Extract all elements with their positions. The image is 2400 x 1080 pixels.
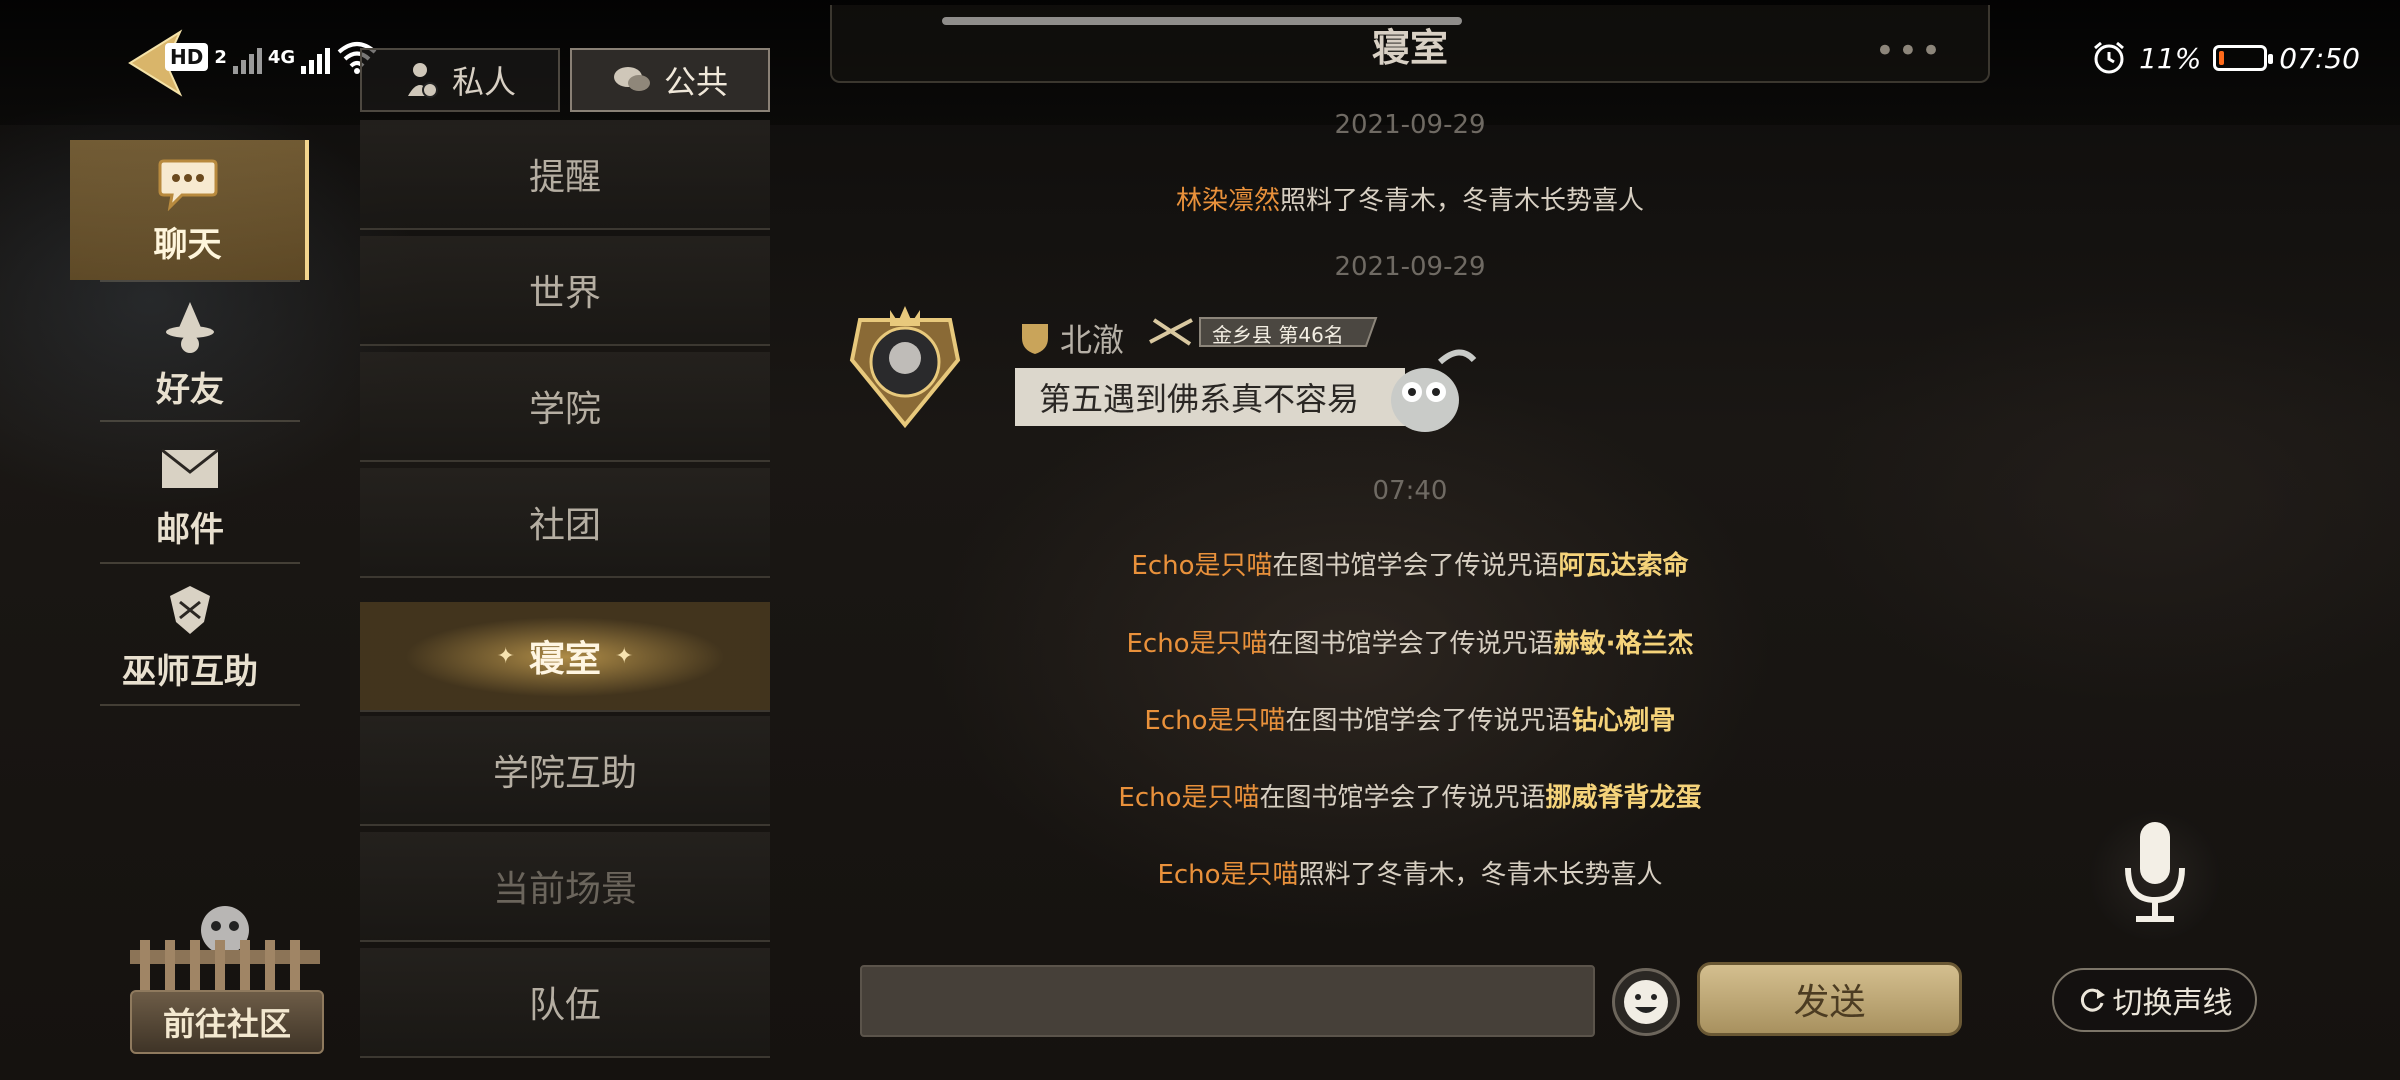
switch-voice-label: 切换声线 bbox=[2112, 986, 2233, 1021]
chat-header: 寝室 ••• bbox=[830, 5, 1990, 83]
rail-item-friends[interactable]: 好友 bbox=[70, 285, 310, 425]
channel-label: 世界 bbox=[528, 273, 601, 314]
rail-mail-label: 邮件 bbox=[156, 509, 224, 550]
channel-club[interactable]: 社团 bbox=[360, 468, 770, 578]
emoji-button[interactable] bbox=[1612, 968, 1680, 1036]
message-text: 在图书馆学会了传说咒语 bbox=[1259, 783, 1546, 813]
system-message: Echo是只喵在图书馆学会了传说咒语挪威脊背龙蛋 bbox=[800, 777, 2020, 814]
battery-percent: 11% bbox=[2139, 41, 2202, 75]
channel-label: 社团 bbox=[528, 505, 601, 546]
system-message: Echo是只喵照料了冬青木，冬青木长势喜人 bbox=[800, 854, 2020, 891]
channel-academy-help[interactable]: 学院互助 bbox=[360, 716, 770, 826]
channel-label: 学院 bbox=[528, 389, 601, 430]
sparkle-icon: ✦ bbox=[615, 643, 634, 669]
chat-bubble-icon bbox=[158, 159, 217, 211]
channel-dorm[interactable]: ✦ 寝室 ✦ bbox=[360, 602, 770, 712]
hd-indicator: HD bbox=[165, 43, 209, 71]
channel-team[interactable]: 队伍 bbox=[360, 948, 770, 1058]
tab-private-label: 私人 bbox=[451, 63, 516, 101]
signal-icon bbox=[232, 40, 262, 74]
divider bbox=[100, 280, 300, 282]
message-text: 照料了冬青木，冬青木长势喜人 bbox=[1298, 860, 1663, 890]
spell-name: 挪威脊背龙蛋 bbox=[1545, 783, 1702, 813]
rank-shield-icon bbox=[1022, 324, 1048, 354]
smiley-icon bbox=[1624, 980, 1668, 1024]
player-name[interactable]: Echo是只喵 bbox=[1126, 629, 1267, 659]
user-avatar[interactable] bbox=[830, 300, 980, 430]
status-left: HD 2 4G bbox=[165, 40, 378, 74]
channel-current-scene[interactable]: 当前场景 bbox=[360, 832, 770, 942]
send-button[interactable]: 发送 bbox=[1697, 962, 1962, 1036]
sender-name[interactable]: 北澈 bbox=[1060, 315, 1124, 361]
system-message: Echo是只喵在图书馆学会了传说咒语赫敏·格兰杰 bbox=[800, 623, 2020, 660]
signal-4g-icon bbox=[301, 40, 331, 74]
channel-label: 学院互助 bbox=[492, 753, 637, 794]
spell-name: 钻心剜骨 bbox=[1571, 706, 1676, 736]
date-separator: 2021-09-29 bbox=[1334, 252, 1486, 282]
player-name[interactable]: Echo是只喵 bbox=[1131, 551, 1272, 581]
player-name[interactable]: Echo是只喵 bbox=[1144, 706, 1285, 736]
channel-label: 提醒 bbox=[528, 157, 601, 198]
player-name[interactable]: Echo是只喵 bbox=[1118, 783, 1259, 813]
badge-text: 金乡县 第46名 bbox=[1212, 323, 1344, 347]
rail-item-mail[interactable]: 邮件 bbox=[70, 425, 310, 565]
spell-name: 阿瓦达索命 bbox=[1558, 551, 1689, 581]
message-text: 在图书馆学会了传说咒语 bbox=[1285, 706, 1572, 736]
envelope-icon bbox=[161, 448, 219, 488]
spell-name: 赫敏·格兰杰 bbox=[1553, 629, 1694, 659]
rail-item-wizard-help[interactable]: 巫师互助 bbox=[70, 567, 310, 707]
microphone-icon bbox=[2125, 822, 2185, 922]
player-name[interactable]: Echo是只喵 bbox=[1157, 860, 1298, 890]
voice-record-button[interactable] bbox=[2090, 810, 2220, 940]
status-right: 11% 07:50 bbox=[2091, 40, 2360, 76]
message-bubble[interactable]: 第五遇到佛系真不容易 bbox=[1015, 368, 1405, 426]
battery-fill bbox=[2219, 51, 2225, 65]
switch-voice-button[interactable]: 切换声线 bbox=[2052, 968, 2257, 1032]
system-message: 林染凛然照料了冬青木，冬青木长势喜人 bbox=[800, 180, 2020, 217]
system-message: Echo是只喵在图书馆学会了传说咒语阿瓦达索命 bbox=[800, 545, 2020, 582]
tab-private[interactable]: 私人 bbox=[360, 48, 560, 112]
chat-input[interactable] bbox=[860, 965, 1595, 1037]
sim-indicator: 2 bbox=[214, 46, 227, 68]
player-name[interactable]: 林染凛然 bbox=[1176, 186, 1280, 216]
message-text: 在图书馆学会了传说咒语 bbox=[1267, 629, 1554, 659]
rail-wizard-help-label: 巫师互助 bbox=[122, 651, 258, 692]
page-title: 寝室 bbox=[1371, 26, 1448, 70]
system-message: Echo是只喵在图书馆学会了传说咒语钻心剜骨 bbox=[800, 700, 2020, 737]
sender-info: 北澈 bbox=[1020, 315, 1124, 361]
battery-icon bbox=[2213, 45, 2274, 71]
more-menu-button[interactable]: ••• bbox=[1875, 31, 1944, 71]
private-icon bbox=[407, 63, 438, 98]
channel-label: 队伍 bbox=[528, 985, 601, 1026]
alarm-icon bbox=[2094, 41, 2125, 74]
divider bbox=[100, 562, 300, 564]
message-text: 照料了冬青木，冬青木长势喜人 bbox=[1280, 186, 1645, 216]
time-separator: 07:40 bbox=[1372, 476, 1448, 506]
channel-label: 当前场景 bbox=[492, 869, 637, 910]
rail-item-chat[interactable]: 聊天 bbox=[70, 140, 309, 280]
divider bbox=[100, 420, 300, 422]
message-text: 在图书馆学会了传说咒语 bbox=[1272, 551, 1559, 581]
channel-academy[interactable]: 学院 bbox=[360, 352, 770, 462]
chat-messages[interactable]: 2021-09-29 林染凛然照料了冬青木，冬青木长势喜人 2021-09-29… bbox=[800, 90, 2020, 950]
rail-friends-label: 好友 bbox=[156, 369, 224, 410]
channel-reminder[interactable]: 提醒 bbox=[360, 120, 770, 230]
network-indicator: 4G bbox=[267, 46, 296, 68]
goto-community-button[interactable]: 前往社区 bbox=[130, 990, 324, 1054]
clock: 07:50 bbox=[2279, 41, 2360, 75]
tab-public[interactable]: 公共 bbox=[570, 48, 770, 112]
tab-public-label: 公共 bbox=[663, 63, 728, 101]
channel-label: 寝室 bbox=[528, 639, 601, 680]
date-separator: 2021-09-29 bbox=[1334, 110, 1486, 140]
refresh-icon bbox=[2080, 988, 2105, 1012]
public-chat-icon bbox=[613, 67, 650, 91]
channel-world[interactable]: 世界 bbox=[360, 236, 770, 346]
witch-hat-icon bbox=[166, 301, 214, 353]
divider bbox=[100, 704, 300, 706]
owl-icon bbox=[1391, 349, 1477, 432]
rail-chat-label: 聊天 bbox=[153, 224, 222, 265]
sparkle-icon: ✦ bbox=[496, 643, 515, 669]
crest-icon bbox=[170, 585, 210, 634]
